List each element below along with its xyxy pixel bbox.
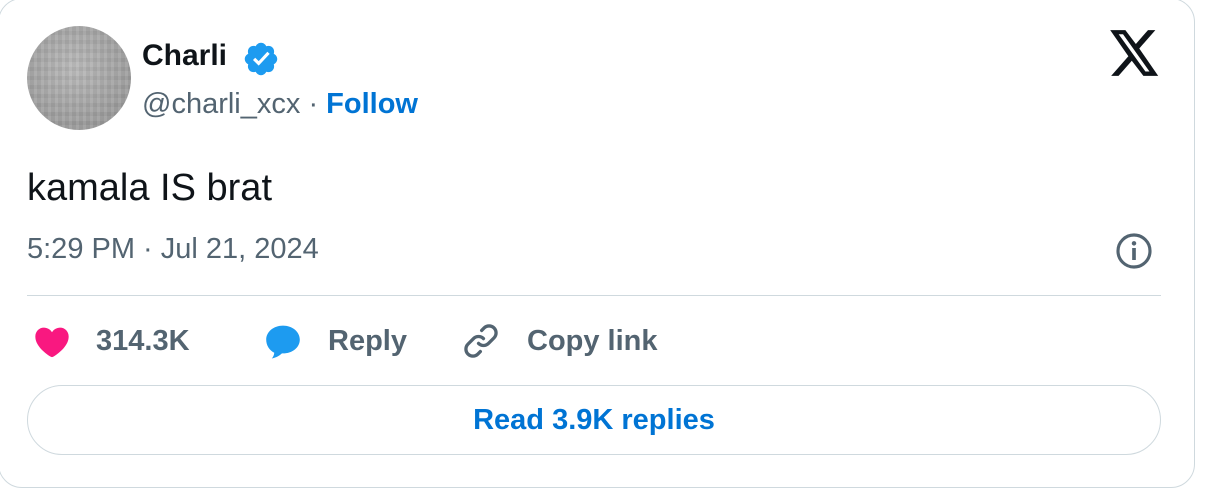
avatar[interactable] xyxy=(27,26,131,130)
tweet-timestamp[interactable]: 5:29 PM · Jul 21, 2024 xyxy=(27,231,319,267)
info-icon[interactable] xyxy=(1114,231,1154,271)
follow-link[interactable]: Follow xyxy=(326,88,418,120)
heart-icon xyxy=(35,327,69,358)
author-name[interactable]: Charli xyxy=(142,38,227,74)
copy-link-button[interactable]: Copy link xyxy=(460,318,658,364)
tweet-text: kamala IS brat xyxy=(27,167,272,209)
x-logo-icon[interactable] xyxy=(1110,30,1160,76)
verified-badge-icon xyxy=(244,42,278,76)
speech-bubble-icon xyxy=(266,325,300,359)
handle-separator: · xyxy=(308,88,319,120)
reply-button[interactable]: Reply xyxy=(262,318,407,364)
like-button[interactable]: 314.3K xyxy=(32,318,190,364)
author-handle[interactable]: @charli_xcx xyxy=(142,88,300,120)
copy-link-label: Copy link xyxy=(527,324,658,357)
divider xyxy=(27,295,1161,296)
like-count: 314.3K xyxy=(96,324,190,357)
link-icon xyxy=(464,324,498,358)
handle-row: @charli_xcx · Follow xyxy=(142,86,418,122)
avatar-texture xyxy=(27,26,131,130)
read-replies-button[interactable]: Read 3.9K replies xyxy=(27,385,1161,455)
reply-label: Reply xyxy=(328,324,407,357)
